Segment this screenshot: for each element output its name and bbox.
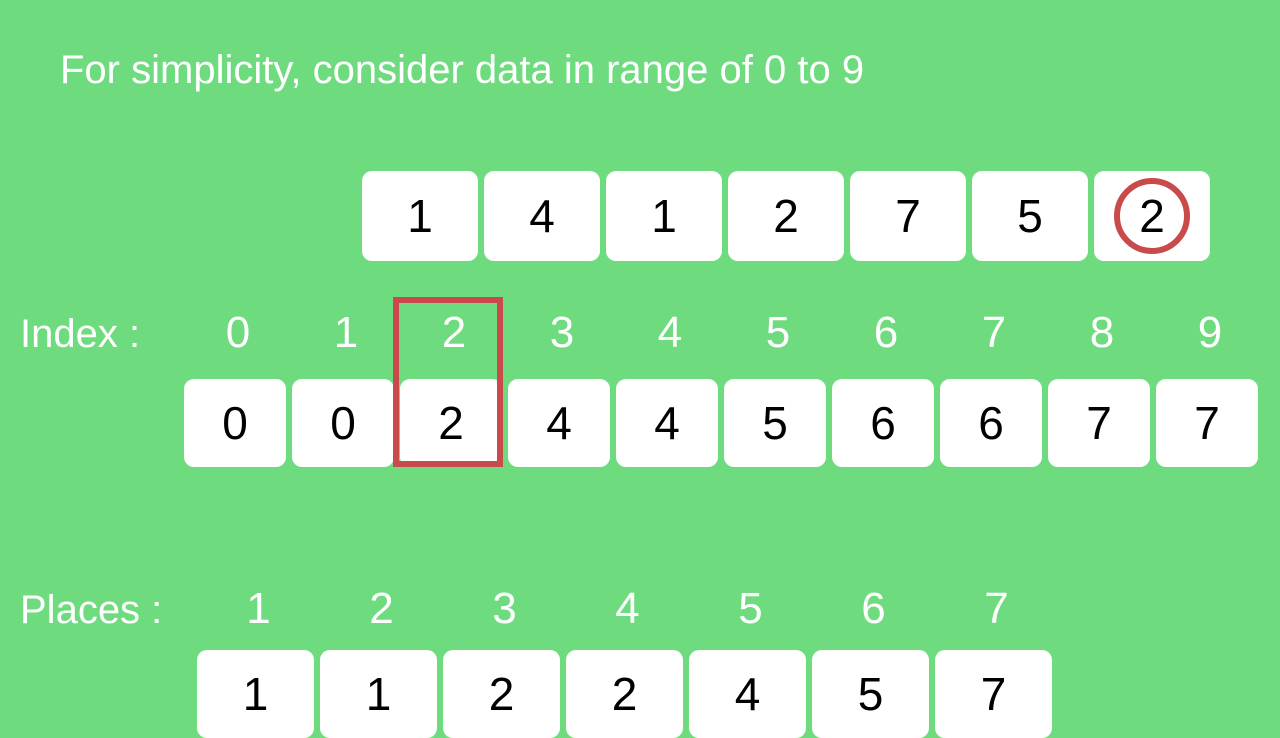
- index-number: 2: [400, 308, 508, 358]
- index-label: Index :: [20, 312, 140, 357]
- input-cell: 1: [362, 171, 478, 261]
- count-cell: 0: [292, 379, 394, 467]
- places-number: 3: [443, 584, 566, 634]
- places-number: 4: [566, 584, 689, 634]
- count-cell: 4: [616, 379, 718, 467]
- count-cell: 0: [184, 379, 286, 467]
- index-number: 3: [508, 308, 616, 358]
- output-cell: 5: [812, 650, 929, 738]
- index-number: 1: [292, 308, 400, 358]
- index-number: 6: [832, 308, 940, 358]
- title-text: For simplicity, consider data in range o…: [60, 48, 864, 93]
- index-number: 0: [184, 308, 292, 358]
- input-cell: 2: [728, 171, 844, 261]
- input-cell: 7: [850, 171, 966, 261]
- places-number: 6: [812, 584, 935, 634]
- places-numbers-row: 1234567: [197, 584, 1058, 634]
- places-label: Places :: [20, 588, 162, 633]
- output-cell: 4: [689, 650, 806, 738]
- places-number: 2: [320, 584, 443, 634]
- count-cell: 6: [940, 379, 1042, 467]
- count-array-row: 0024456677: [184, 379, 1258, 467]
- index-number: 9: [1156, 308, 1264, 358]
- input-cell: 2: [1094, 171, 1210, 261]
- input-cell: 1: [606, 171, 722, 261]
- places-number: 1: [197, 584, 320, 634]
- places-number: 5: [689, 584, 812, 634]
- output-cell: 1: [197, 650, 314, 738]
- places-number: 7: [935, 584, 1058, 634]
- count-cell: 5: [724, 379, 826, 467]
- index-numbers-row: 0123456789: [184, 308, 1264, 358]
- output-cell: 2: [443, 650, 560, 738]
- output-cell: 1: [320, 650, 437, 738]
- input-array-row: 1412752: [362, 171, 1210, 261]
- input-cell: 5: [972, 171, 1088, 261]
- output-cell: 2: [566, 650, 683, 738]
- index-number: 7: [940, 308, 1048, 358]
- count-cell: 6: [832, 379, 934, 467]
- count-cell: 7: [1156, 379, 1258, 467]
- count-cell: 2: [400, 379, 502, 467]
- index-number: 8: [1048, 308, 1156, 358]
- index-number: 5: [724, 308, 832, 358]
- count-cell: 7: [1048, 379, 1150, 467]
- output-array-row: 1122457: [197, 650, 1052, 738]
- count-cell: 4: [508, 379, 610, 467]
- input-highlight-circle: [1114, 178, 1190, 254]
- index-number: 4: [616, 308, 724, 358]
- input-cell: 4: [484, 171, 600, 261]
- output-cell: 7: [935, 650, 1052, 738]
